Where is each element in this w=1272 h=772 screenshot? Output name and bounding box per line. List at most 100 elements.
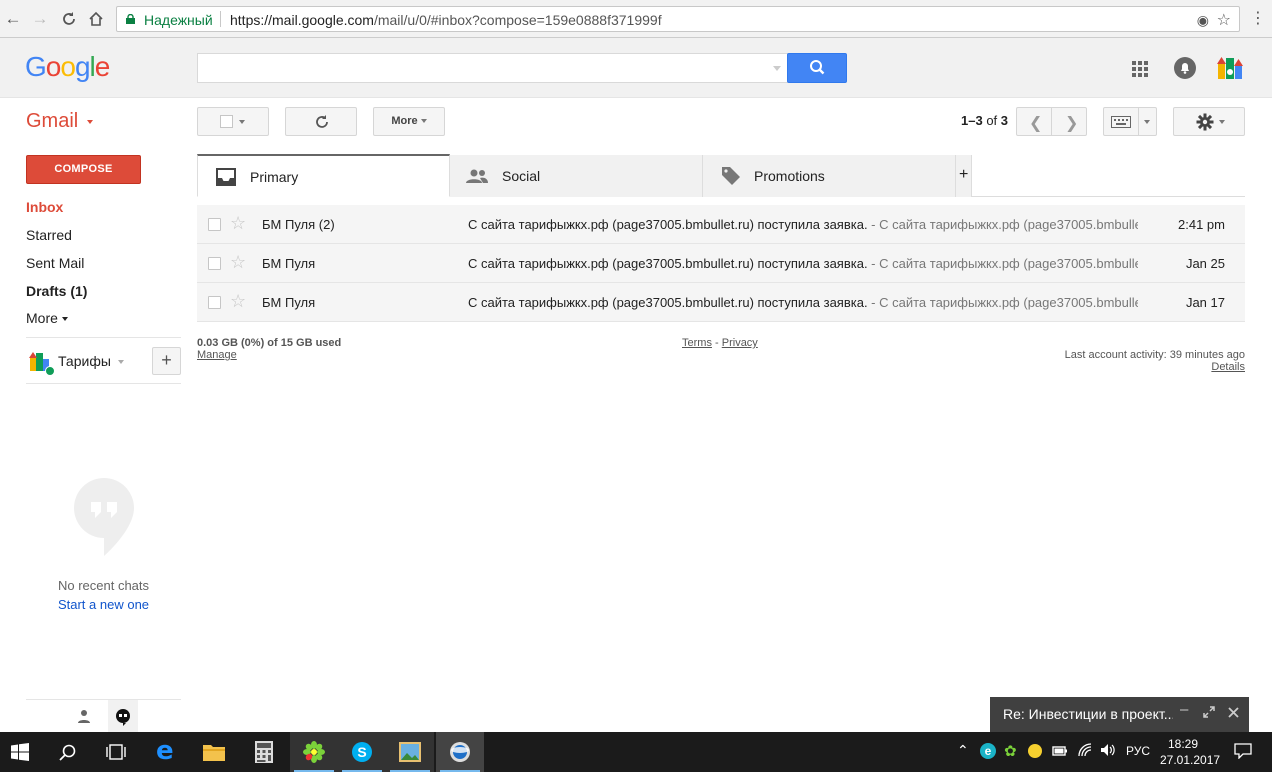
manage-storage-link[interactable]: Manage [197, 349, 237, 361]
gmail-label: Gmail [26, 110, 79, 132]
terms-link[interactable]: Terms [682, 337, 712, 349]
edge-browser-icon[interactable]: e [142, 732, 190, 772]
action-center-icon[interactable] [1234, 743, 1252, 762]
add-tab-button[interactable]: + [956, 155, 972, 197]
star-icon[interactable]: ☆ [230, 292, 246, 310]
refresh-button[interactable] [285, 107, 357, 136]
table-row[interactable]: ☆ БМ Пуля С сайта тарифыжкх.рф (page3700… [197, 283, 1245, 322]
privacy-link[interactable]: Privacy [722, 337, 758, 349]
row-checkbox[interactable] [208, 257, 221, 270]
row-date: Jan 25 [1185, 256, 1225, 271]
photo-viewer-icon[interactable] [386, 732, 434, 772]
apps-grid-icon[interactable] [1131, 60, 1149, 78]
contacts-person-icon[interactable] [76, 708, 92, 724]
row-checkbox[interactable] [208, 218, 221, 231]
sidebar-item-inbox[interactable]: Inbox [26, 199, 63, 215]
compose-button[interactable]: COMPOSE [26, 155, 141, 184]
sidebar-item-sent-mail[interactable]: Sent Mail [26, 255, 84, 271]
row-checkbox[interactable] [208, 296, 221, 309]
url-text[interactable]: https://mail.google.com/mail/u/0/#inbox?… [230, 12, 662, 28]
start-new-chat-link[interactable]: Start a new one [26, 597, 181, 612]
settings-button[interactable] [1173, 107, 1245, 136]
volume-icon[interactable] [1100, 743, 1116, 760]
inbox-tabs: Primary Social Promotions + [197, 154, 1245, 197]
select-all-button[interactable] [197, 107, 269, 136]
sidebar-item-more[interactable]: More [26, 310, 68, 326]
expand-icon[interactable] [1203, 705, 1215, 721]
sidebar-item-starred[interactable]: Starred [26, 227, 72, 243]
input-language[interactable]: РУС [1126, 744, 1150, 758]
eye-icon[interactable]: ◉ [1197, 12, 1209, 29]
minimize-icon[interactable]: ‒ [1180, 701, 1188, 718]
manage-link[interactable]: Manage [197, 349, 237, 361]
back-arrow-icon[interactable]: ← [3, 9, 23, 29]
task-view-icon[interactable] [92, 732, 140, 772]
browser-menu-icon[interactable]: ⋮ [1248, 9, 1268, 29]
star-icon[interactable]: ☆ [230, 214, 246, 232]
skype-icon[interactable]: S [338, 732, 386, 772]
hangouts-empty-state: No recent chats Start a new one [26, 470, 181, 612]
account-avatar[interactable] [1215, 53, 1245, 83]
select-checkbox[interactable] [220, 115, 233, 128]
online-status-icon [45, 366, 55, 376]
chevron-down-icon [61, 317, 68, 322]
lock-icon [126, 14, 135, 24]
chat-popup-bar[interactable]: Re: Инвестиции в проект... ‒ [990, 697, 1249, 732]
tray-app-e-icon[interactable]: e [980, 743, 996, 759]
icq-icon[interactable] [290, 732, 338, 772]
tray-icq-icon[interactable]: ✿ [1004, 742, 1017, 760]
hangouts-avatar[interactable] [28, 349, 55, 376]
tray-expand-icon[interactable]: ⌃ [957, 742, 969, 759]
hangouts-user[interactable]: Тарифы [58, 353, 124, 369]
tab-primary[interactable]: Primary [197, 154, 450, 197]
bookmark-star-icon[interactable]: ☆ [1217, 10, 1231, 30]
tray-lemon-icon[interactable] [1028, 744, 1042, 758]
gear-icon [1196, 113, 1214, 131]
older-button[interactable]: ❯ [1051, 107, 1087, 136]
input-tools-button[interactable] [1103, 107, 1157, 136]
newer-button[interactable]: ❮ [1016, 107, 1052, 136]
hangouts-tab-button[interactable] [108, 700, 138, 732]
more-actions-button[interactable]: More [373, 107, 445, 136]
inbox-tray-icon [216, 168, 236, 186]
wifi-icon[interactable] [1077, 743, 1093, 760]
reload-icon[interactable] [59, 9, 79, 29]
search-icon[interactable] [44, 732, 92, 772]
search-icon [810, 60, 825, 75]
notifications-bell-icon[interactable] [1174, 57, 1196, 79]
row-date: Jan 17 [1185, 295, 1225, 310]
table-row[interactable]: ☆ БМ Пуля С сайта тарифыжкх.рф (page3700… [197, 244, 1245, 283]
new-chat-button[interactable]: + [152, 347, 181, 375]
divider [220, 11, 221, 27]
file-explorer-icon[interactable] [190, 732, 238, 772]
chevron-down-icon[interactable] [1144, 120, 1150, 124]
close-icon[interactable] [1228, 705, 1239, 721]
url-host: https://mail.google.com [230, 12, 374, 28]
row-snippet: - С сайта тарифыжкх.рф (page37005.bmbull… [867, 217, 1138, 232]
search-button[interactable] [787, 53, 847, 83]
windows-start-icon[interactable] [0, 732, 48, 772]
more-actions-label: More [391, 115, 418, 127]
browser-app-icon[interactable] [436, 732, 484, 772]
search-input[interactable] [197, 53, 788, 83]
table-row[interactable]: ☆ БМ Пуля (2) С сайта тарифыжкх.рф (page… [197, 205, 1245, 244]
secure-label: Надежный [144, 12, 213, 28]
forward-arrow-icon[interactable]: → [30, 9, 50, 29]
sidebar-item-drafts[interactable]: Drafts (1) [26, 283, 87, 299]
gmail-menu[interactable]: Gmail [26, 110, 93, 133]
row-date: 2:41 pm [1178, 217, 1225, 232]
details-link[interactable]: Details [1211, 361, 1245, 373]
tab-promotions[interactable]: Promotions [703, 155, 956, 197]
calculator-icon[interactable] [240, 732, 288, 772]
star-icon[interactable]: ☆ [230, 253, 246, 271]
tab-social[interactable]: Social [450, 155, 703, 197]
google-logo[interactable]: Google [25, 51, 110, 83]
home-icon[interactable] [86, 9, 106, 29]
row-subject: С сайта тарифыжкх.рф (page37005.bmbullet… [468, 295, 1138, 310]
address-bar[interactable]: Надежный https://mail.google.com/mail/u/… [116, 6, 1240, 32]
clock[interactable]: 18:29 27.01.2017 [1160, 736, 1220, 768]
row-sender: БМ Пуля [262, 256, 316, 271]
search-options-icon[interactable] [773, 66, 781, 71]
plus-icon: + [959, 166, 969, 183]
battery-icon[interactable] [1052, 744, 1068, 761]
